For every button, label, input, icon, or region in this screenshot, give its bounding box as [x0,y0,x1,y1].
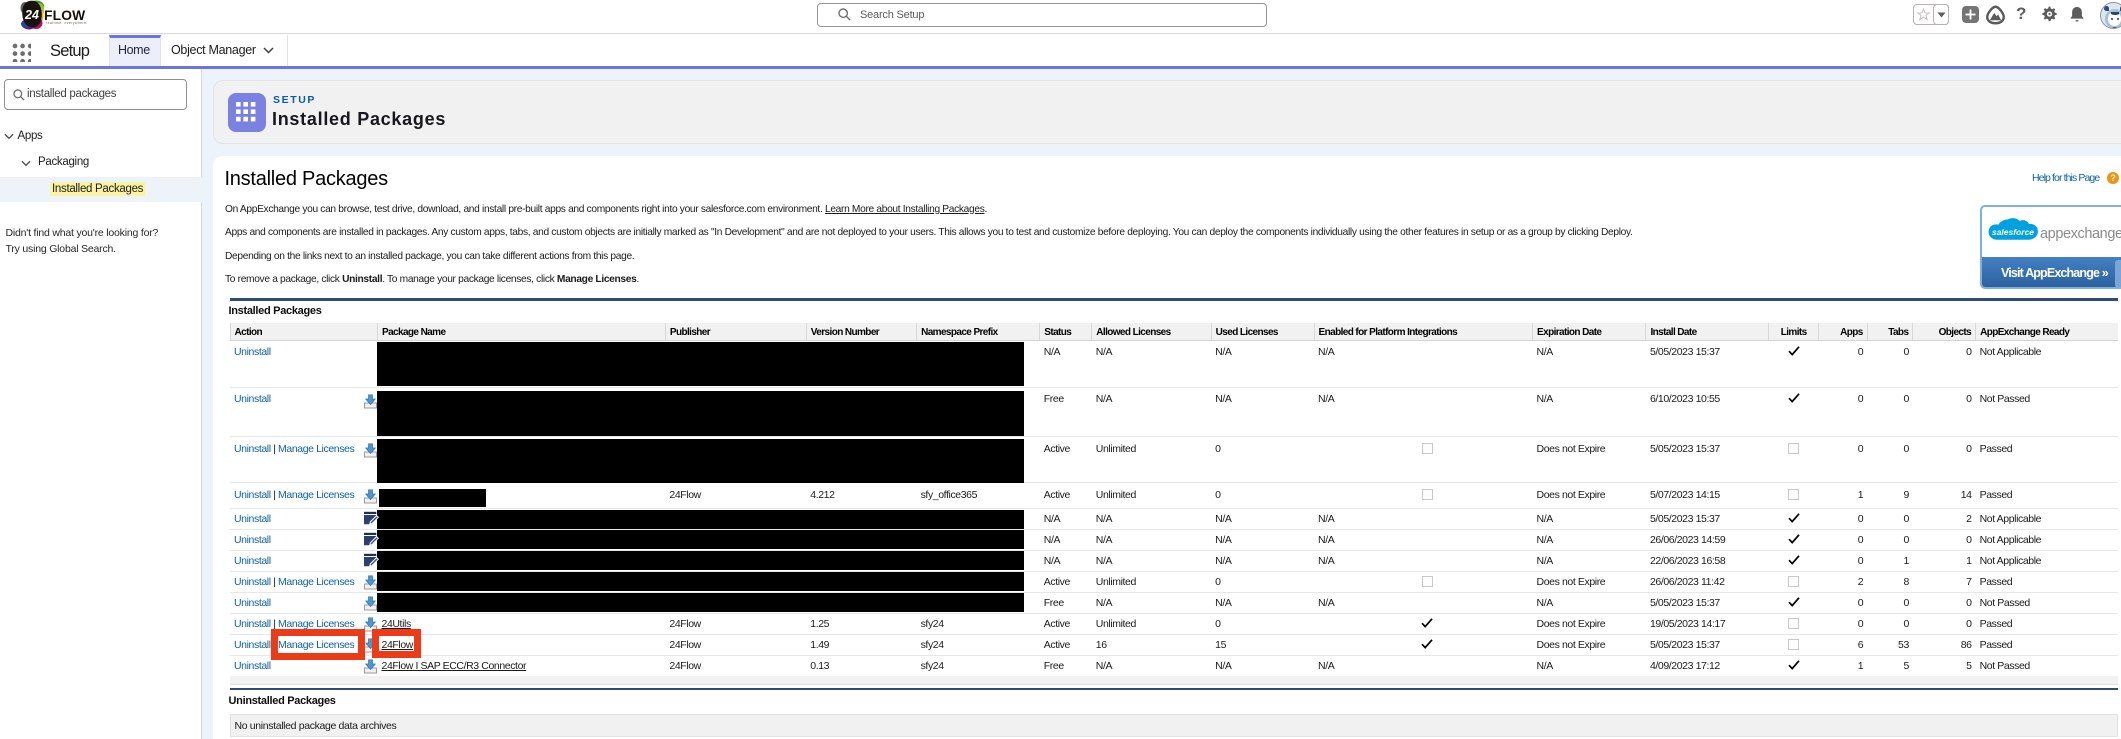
svg-text:realtime. everywhere.: realtime. everywhere. [46,21,88,25]
svg-text:24: 24 [24,8,39,22]
svg-text:salesforce: salesforce [1992,227,2034,237]
